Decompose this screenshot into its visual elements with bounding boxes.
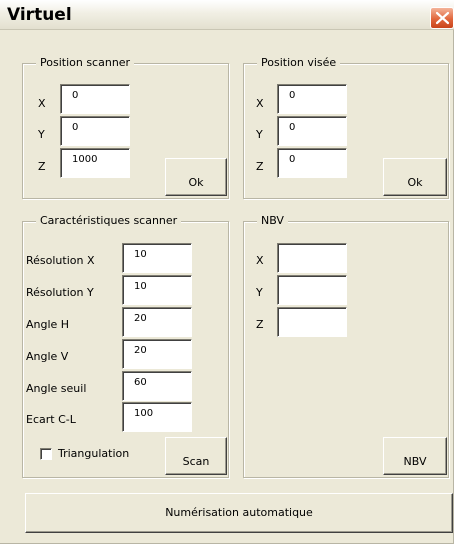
caracteristiques-legend: Caractéristiques scanner: [36, 214, 182, 227]
angle-v-label: Angle V: [26, 350, 69, 363]
visee-y-input[interactable]: 0: [277, 116, 347, 146]
scanner-z-input[interactable]: 1000: [60, 148, 130, 178]
window-title: Virtuel: [7, 5, 72, 25]
resolution-x-input[interactable]: 10: [122, 243, 192, 273]
virtuel-dialog: Virtuel Position scanner X 0 Y 0 Z 1000 …: [0, 0, 454, 544]
resolution-x-label: Résolution X: [26, 254, 95, 267]
scanner-ok-label: Ok: [188, 175, 204, 189]
visee-ok-button[interactable]: Ok: [383, 158, 447, 196]
ecart-input[interactable]: 100: [122, 402, 192, 432]
angle-seuil-input[interactable]: 60: [122, 371, 192, 401]
scanner-z-label: Z: [38, 160, 46, 173]
nbv-legend: NBV: [257, 214, 288, 227]
close-button[interactable]: [430, 7, 454, 29]
visee-x-input[interactable]: 0: [277, 84, 347, 114]
nbv-button[interactable]: NBV: [383, 437, 447, 475]
visee-x-label: X: [256, 97, 264, 110]
angle-seuil-label: Angle seuil: [26, 382, 87, 395]
resolution-y-label: Résolution Y: [26, 286, 94, 299]
position-visee-legend: Position visée: [257, 56, 341, 69]
visee-z-input[interactable]: 0: [277, 148, 347, 178]
close-icon: [435, 11, 450, 25]
position-scanner-legend: Position scanner: [36, 56, 135, 69]
nbv-x-input[interactable]: [277, 243, 347, 273]
scanner-x-label: X: [38, 97, 46, 110]
angle-v-input[interactable]: 20: [122, 339, 192, 369]
visee-z-label: Z: [256, 160, 264, 173]
angle-h-input[interactable]: 20: [122, 307, 192, 337]
numerisation-automatique-label: Numérisation automatique: [165, 506, 313, 519]
scanner-x-input[interactable]: 0: [60, 84, 130, 114]
nbv-button-label: NBV: [403, 454, 427, 468]
scanner-y-label: Y: [38, 128, 45, 141]
nbv-z-label: Z: [256, 318, 264, 331]
nbv-x-label: X: [256, 254, 264, 267]
scan-label: Scan: [182, 454, 210, 468]
nbv-y-input[interactable]: [277, 275, 347, 305]
ecart-label: Ecart C-L: [26, 413, 76, 426]
visee-y-label: Y: [256, 128, 263, 141]
scanner-ok-button[interactable]: Ok: [165, 158, 227, 196]
triangulation-checkbox[interactable]: [40, 448, 52, 460]
nbv-y-label: Y: [256, 286, 263, 299]
scanner-y-input[interactable]: 0: [60, 116, 130, 146]
angle-h-label: Angle H: [26, 318, 70, 331]
scan-button[interactable]: Scan: [165, 437, 227, 475]
visee-ok-label: Ok: [407, 175, 423, 189]
nbv-z-input[interactable]: [277, 307, 347, 337]
title-bar[interactable]: Virtuel: [0, 0, 454, 30]
resolution-y-input[interactable]: 10: [122, 275, 192, 305]
numerisation-automatique-button[interactable]: Numérisation automatique: [25, 493, 453, 533]
triangulation-label[interactable]: Triangulation: [58, 447, 129, 460]
